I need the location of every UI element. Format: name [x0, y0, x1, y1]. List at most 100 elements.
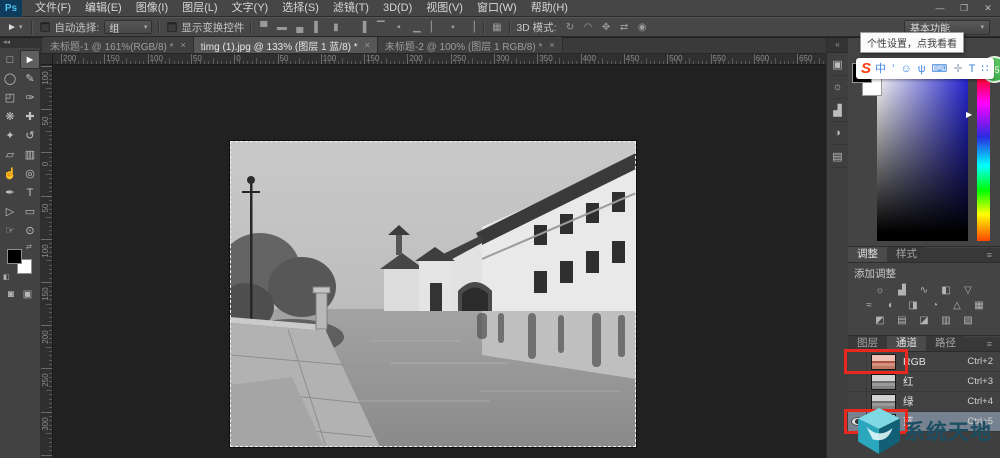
quick-mask-button[interactable]: ◙ — [8, 289, 14, 300]
ime-skin-icon[interactable]: T — [969, 59, 976, 79]
panel-tab[interactable]: 路径 — [926, 336, 965, 351]
adj-channel-mixer-icon[interactable]: △ — [950, 299, 964, 312]
align-bottom-button[interactable]: ▄ — [293, 22, 306, 33]
adj-posterize-icon[interactable]: ▤ — [895, 314, 909, 327]
panel-tab[interactable]: 样式 — [887, 247, 926, 262]
menu-item[interactable]: 视图(V) — [419, 0, 470, 17]
shape-tool[interactable]: ▭ — [20, 202, 40, 221]
gradient-tool[interactable]: ▥ — [20, 145, 40, 164]
document-image[interactable] — [230, 141, 636, 447]
brush-tool[interactable]: ✎ — [20, 69, 40, 88]
ime-chinese-mode-icon[interactable]: 中 — [875, 59, 886, 79]
ime-tone-icon[interactable]: ’ — [892, 59, 894, 79]
auto-select-checkbox[interactable] — [40, 22, 50, 32]
menu-item[interactable]: 图像(I) — [129, 0, 175, 17]
screen-mode-button[interactable]: ▣ — [23, 289, 32, 300]
menu-item[interactable]: 滤镜(T) — [326, 0, 376, 17]
close-tab-icon[interactable]: × — [549, 40, 554, 50]
ime-more-grid-icon[interactable]: ∷ — [981, 59, 988, 79]
adj-invert-icon[interactable]: ◩ — [873, 314, 887, 327]
visibility-toggle[interactable] — [848, 372, 867, 392]
3d-orbit-icon[interactable]: ↻ — [564, 22, 577, 33]
menu-item[interactable]: 文字(Y) — [225, 0, 276, 17]
ime-mic-icon[interactable]: ψ — [918, 59, 926, 79]
distribute-left-button[interactable]: ▏ — [428, 22, 441, 33]
adj-color-balance-icon[interactable]: ◐ — [884, 299, 898, 312]
distribute-vcenter-button[interactable]: ▪ — [392, 22, 405, 33]
adj-hue-saturation-icon[interactable]: ≈ — [862, 299, 876, 312]
panel-tab[interactable]: 通道 — [887, 336, 926, 351]
adj-exposure-icon[interactable]: ◧ — [939, 284, 953, 297]
ime-emoji-icon[interactable]: ☺ — [900, 59, 911, 79]
history-panel-icon[interactable]: ▣ — [828, 53, 848, 76]
3d-zoom-icon[interactable]: ◉ — [636, 22, 649, 33]
menu-item[interactable]: 帮助(H) — [524, 0, 575, 17]
dock-collapse-icon[interactable]: « — [827, 38, 848, 53]
move-tool[interactable]: ► — [20, 50, 40, 69]
menu-item[interactable]: 选择(S) — [275, 0, 326, 17]
minimize-button[interactable]: — — [928, 0, 952, 17]
auto-select-dropdown[interactable]: 组 ▾ — [104, 20, 152, 34]
close-tab-icon[interactable]: × — [181, 40, 186, 50]
ime-toolbox-icon[interactable]: ✛ — [953, 59, 962, 79]
panel-tab[interactable]: 调整 — [848, 247, 887, 262]
color-field[interactable] — [877, 73, 968, 241]
distribute-bottom-button[interactable]: ▁ — [410, 22, 423, 33]
path-select-tool[interactable]: ▷ — [0, 202, 20, 221]
visibility-toggle[interactable] — [848, 352, 867, 372]
layer-comps-panel-icon[interactable]: ▤ — [828, 145, 848, 168]
adj-gradient-map-icon[interactable]: ▥ — [939, 314, 953, 327]
align-right-button[interactable]: ▐ — [356, 22, 369, 33]
histogram-panel-icon[interactable]: ▟ — [828, 99, 848, 122]
distribute-right-button[interactable]: ▕ — [464, 22, 477, 33]
adj-photo-filter-icon[interactable]: ◔ — [928, 299, 942, 312]
dodge-tool[interactable]: ◎ — [20, 164, 40, 183]
adj-brightness-contrast-icon[interactable]: ☼ — [873, 284, 887, 297]
document-tab[interactable]: timg (1).jpg @ 133% (图层 1 蓝/8) * × — [194, 37, 378, 53]
default-colors-icon[interactable]: ◧ — [3, 273, 10, 281]
menu-item[interactable]: 窗口(W) — [470, 0, 524, 17]
close-button[interactable]: ✕ — [976, 0, 1000, 17]
document-tab[interactable]: 未标题-2 @ 100% (图层 1 RGB/8) * × — [378, 37, 563, 53]
show-transform-checkbox[interactable] — [167, 22, 177, 32]
distribute-hcenter-button[interactable]: ▪ — [446, 22, 459, 33]
menu-item[interactable]: 3D(D) — [376, 0, 419, 17]
channel-row[interactable]: RGB Ctrl+2 — [848, 352, 1000, 372]
adj-black-white-icon[interactable]: ◨ — [906, 299, 920, 312]
clone-stamp-tool[interactable]: ✦ — [0, 126, 20, 145]
document-tab[interactable]: 未标题-1 @ 161%(RGB/8) * × — [43, 37, 194, 53]
menu-item[interactable]: 文件(F) — [28, 0, 78, 17]
adj-curves-icon[interactable]: ∿ — [917, 284, 931, 297]
eyedropper-tool[interactable]: ✑ — [20, 88, 40, 107]
align-left-button[interactable]: ▌ — [311, 22, 324, 33]
menu-item[interactable]: 编辑(E) — [78, 0, 129, 17]
swap-colors-icon[interactable]: ⇄ — [26, 243, 32, 251]
current-tool-chip[interactable]: ► ▾ — [4, 22, 25, 33]
adj-color-lookup-icon[interactable]: ▦ — [972, 299, 986, 312]
zoom-tool[interactable]: ⊙ — [20, 221, 40, 240]
panel-menu-icon[interactable]: ≡ — [987, 337, 992, 352]
hue-slider[interactable] — [977, 73, 990, 241]
align-vcenter-button[interactable]: ▬ — [275, 22, 288, 33]
sogou-logo[interactable]: S — [861, 59, 871, 79]
adj-vibrance-icon[interactable]: ▽ — [961, 284, 975, 297]
adj-selective-color-icon[interactable]: ▧ — [961, 314, 975, 327]
rect-marquee-tool[interactable]: □ — [0, 50, 20, 69]
foreground-color-swatch[interactable] — [7, 249, 22, 264]
pen-tool[interactable]: ✒ — [0, 183, 20, 202]
eraser-tool[interactable]: ▱ — [0, 145, 20, 164]
vertical-ruler[interactable]: 10050050100150200250300350 — [41, 65, 53, 458]
quick-selection-tool[interactable]: ❋ — [0, 107, 20, 126]
distribute-top-button[interactable]: ▔ — [374, 22, 387, 33]
hand-tool[interactable]: ☞ — [0, 221, 20, 240]
hue-slider-arrow-icon[interactable]: ▶ — [966, 110, 972, 119]
toolbar-collapse-icon[interactable]: ◂◂ — [0, 38, 40, 48]
restore-button[interactable]: ❐ — [952, 0, 976, 17]
auto-align-layers-button[interactable]: ▦ — [490, 22, 503, 33]
close-tab-icon[interactable]: × — [365, 40, 370, 50]
menu-item[interactable]: 图层(L) — [175, 0, 224, 17]
lasso-tool[interactable]: ◯ — [0, 69, 20, 88]
horizontal-ruler[interactable]: 2001501005005010015020025030035040045050… — [53, 54, 826, 65]
type-tool[interactable]: T — [20, 183, 40, 202]
panel-menu-icon[interactable]: ≡ — [987, 248, 992, 263]
